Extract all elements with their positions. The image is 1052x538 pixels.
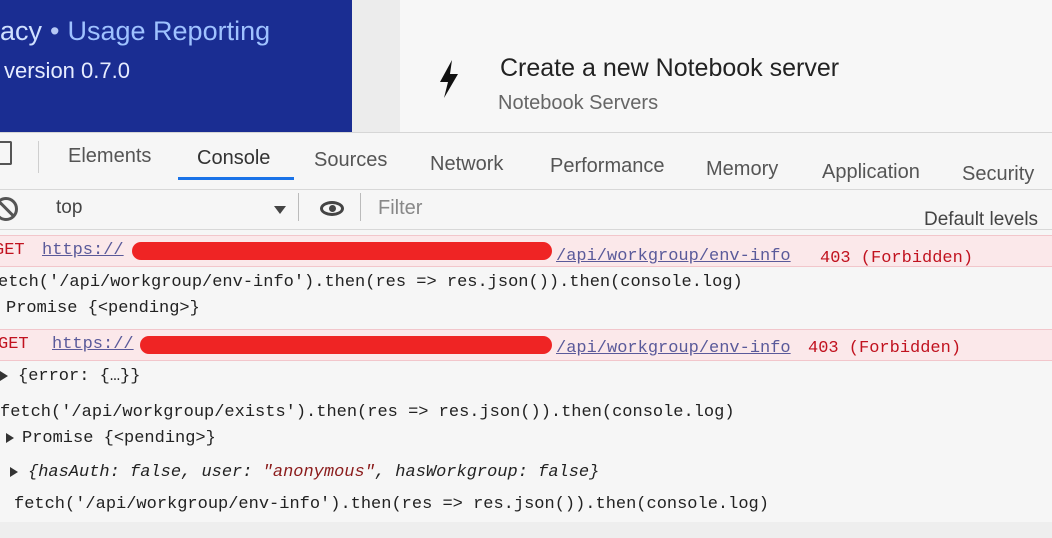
- console-result[interactable]: {error: {…}}: [18, 367, 140, 386]
- request-url-prefix[interactable]: https://: [42, 236, 124, 266]
- live-expression-eye-icon[interactable]: [320, 201, 344, 216]
- bottom-margin: [0, 522, 1052, 538]
- object-value: false: [538, 463, 590, 482]
- tab-network[interactable]: Network: [430, 153, 503, 176]
- object-key: , hasWorkgroup:: [374, 463, 539, 482]
- console-command: fetch('/api/workgroup/exists').then(res …: [0, 403, 735, 422]
- active-tab-indicator: [178, 177, 294, 180]
- toolbar-divider: [298, 193, 299, 221]
- console-error-row: GET https:// /api/workgroup/env-info 403…: [0, 235, 1052, 268]
- create-notebook-title[interactable]: Create a new Notebook server: [500, 54, 839, 83]
- context-selector[interactable]: top: [56, 193, 318, 223]
- action-card[interactable]: Create a new Notebook server Notebook Se…: [352, 0, 1052, 132]
- expand-arrow-icon[interactable]: [6, 429, 20, 448]
- log-levels-dropdown[interactable]: Default levels: [924, 209, 1038, 231]
- console-output: GET https:// /api/workgroup/env-info 403…: [0, 229, 1052, 523]
- version-label: version 0.7.0: [4, 58, 130, 83]
- redaction-mark: [140, 336, 552, 354]
- request-url-path[interactable]: /api/workgroup/env-info: [556, 242, 791, 272]
- header-title-separator: •: [50, 16, 60, 46]
- tab-application[interactable]: Application: [822, 161, 920, 184]
- request-status: 403 (Forbidden): [808, 339, 962, 358]
- object-key: , user:: [181, 463, 263, 482]
- devtools-tabbar: Elements Console Sources Network Perform…: [0, 133, 1052, 190]
- clear-console-icon[interactable]: [0, 197, 18, 221]
- header-title: acy • Usage Reporting: [0, 16, 270, 47]
- card-gutter: [352, 0, 400, 132]
- object-value: "anonymous": [262, 463, 375, 482]
- tab-sources[interactable]: Sources: [314, 149, 387, 172]
- create-notebook-subtitle: Notebook Servers: [498, 92, 659, 114]
- request-status: 403 (Forbidden): [820, 249, 974, 268]
- object-close: }: [589, 463, 600, 482]
- object-value: false: [130, 463, 182, 482]
- devtools-panel: Elements Console Sources Network Perform…: [0, 132, 1052, 523]
- tab-divider: [38, 141, 39, 173]
- expand-arrow-icon[interactable]: [0, 367, 14, 386]
- request-method: GET: [0, 335, 29, 354]
- request-url-prefix[interactable]: https://: [52, 330, 134, 360]
- object-open: {hasAuth:: [28, 463, 131, 482]
- console-result[interactable]: Promise {<pending>}: [6, 299, 200, 318]
- chevron-down-icon: [274, 206, 286, 214]
- console-result[interactable]: Promise {<pending>}: [22, 429, 216, 448]
- context-selector-value: top: [56, 197, 83, 218]
- tab-security[interactable]: Security: [962, 163, 1034, 186]
- console-toolbar: top Default levels: [0, 189, 1052, 230]
- header-title-prefix[interactable]: acy: [0, 16, 42, 46]
- app-header: acy • Usage Reporting version 0.7.0: [0, 0, 352, 132]
- tab-memory[interactable]: Memory: [706, 158, 778, 181]
- console-filter-input[interactable]: [376, 193, 760, 223]
- request-method: GET: [0, 241, 25, 260]
- tab-console[interactable]: Console: [197, 147, 270, 170]
- tab-elements[interactable]: Elements: [68, 145, 151, 168]
- toolbar-divider: [360, 193, 361, 221]
- redaction-mark: [132, 242, 552, 260]
- request-url-path[interactable]: /api/workgroup/env-info: [556, 334, 791, 364]
- console-error-row: GET https:// /api/workgroup/env-info 403…: [0, 329, 1052, 361]
- expand-arrow-icon[interactable]: [10, 463, 24, 482]
- console-command: fetch('/api/workgroup/env-info').then(re…: [14, 495, 769, 514]
- lightning-bolt-icon: [440, 60, 458, 98]
- tab-performance[interactable]: Performance: [550, 155, 665, 178]
- console-object[interactable]: {hasAuth: false, user: "anonymous", hasW…: [28, 463, 599, 482]
- console-command: etch('/api/workgroup/env-info').then(res…: [0, 273, 743, 292]
- usage-reporting-link[interactable]: Usage Reporting: [67, 16, 270, 46]
- dock-side-icon[interactable]: [0, 141, 12, 165]
